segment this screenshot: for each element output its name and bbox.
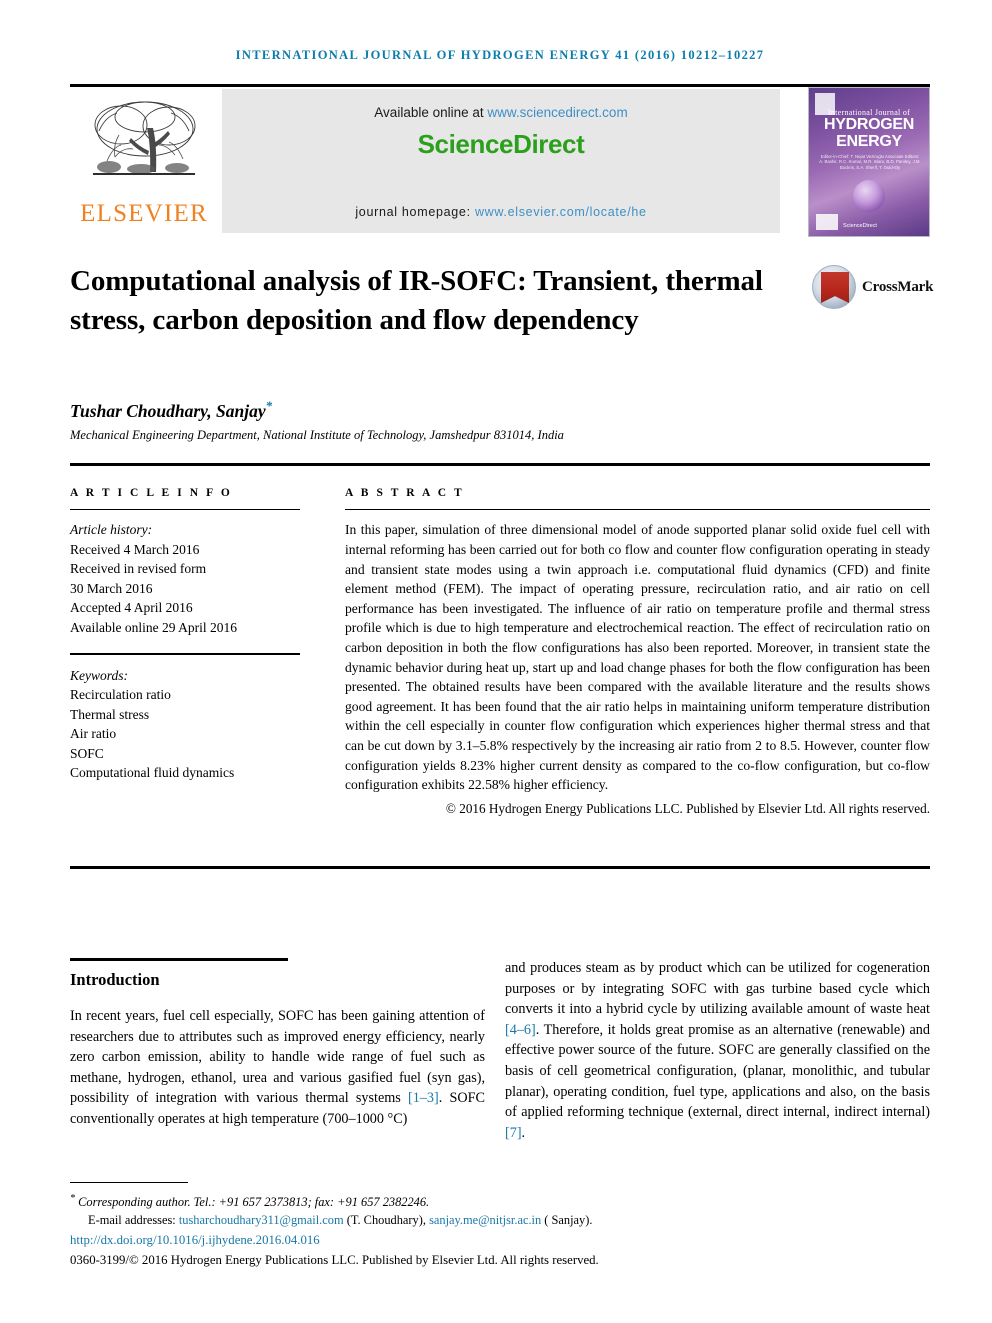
- abstract-text: In this paper, simulation of three dimen…: [345, 522, 930, 793]
- introduction-paragraph-right: and produces steam as by product which c…: [505, 958, 930, 1143]
- keywords-block: Keywords: Recirculation ratio Thermal st…: [70, 666, 310, 783]
- history-item: Available online 29 April 2016: [70, 619, 237, 635]
- available-online-prefix: Available online at: [374, 105, 488, 120]
- keyword-item: Recirculation ratio: [70, 687, 171, 703]
- footnote-rule: [70, 1182, 188, 1184]
- cover-sphere-graphic: [853, 180, 885, 212]
- journal-article-page: International Journal of Hydrogen Energy…: [0, 0, 992, 1323]
- elsevier-logo: ELSEVIER: [70, 87, 218, 235]
- article-info-divider: [70, 509, 300, 511]
- journal-running-head: International Journal of Hydrogen Energy…: [235, 48, 765, 62]
- email-addresses-label: E-mail addresses:: [88, 1212, 179, 1227]
- sciencedirect-logo: ScienceDirect: [417, 129, 585, 159]
- intro-right-text-2: . Therefore, it holds great promise as a…: [505, 1021, 930, 1121]
- citation-link-7[interactable]: [7]: [505, 1125, 522, 1141]
- email-link-1[interactable]: tusharchoudhary311@gmail.com: [179, 1213, 344, 1227]
- cover-sciencedirect-label: ScienceDirect: [843, 223, 877, 229]
- email-owner-1: (T. Choudhary),: [343, 1212, 430, 1227]
- citation-link-1-3[interactable]: [1–3]: [408, 1090, 439, 1106]
- page-footer: * Corresponding author. Tel.: +91 657 23…: [70, 1182, 930, 1269]
- elsevier-tree-icon: [93, 101, 196, 175]
- introduction-heading: Introduction: [70, 970, 160, 989]
- doi-link[interactable]: http://dx.doi.org/10.1016/j.ijhydene.201…: [70, 1231, 930, 1249]
- email-link-2[interactable]: sanjay.me@nitjsr.ac.in: [429, 1213, 541, 1227]
- keyword-item: SOFC: [70, 745, 104, 761]
- corresponding-author-marker: *: [265, 398, 273, 413]
- journal-homepage-link[interactable]: www.elsevier.com/locate/he: [475, 205, 647, 219]
- article-history-block: Article history: Received 4 March 2016 R…: [70, 520, 310, 637]
- keywords-heading: Keywords:: [70, 667, 128, 683]
- issn-copyright-line: 0360-3199/© 2016 Hydrogen Energy Publica…: [70, 1253, 599, 1268]
- sciencedirect-url-link[interactable]: www.sciencedirect.com: [487, 105, 627, 120]
- introduction-left-column: Introduction In recent years, fuel cell …: [70, 958, 485, 1130]
- abstract-bottom-rule: [70, 866, 930, 869]
- email-addresses-line: E-mail addresses: tusharchoudhary311@gma…: [70, 1212, 930, 1230]
- affiliation: Mechanical Engineering Department, Natio…: [70, 428, 564, 442]
- introduction-heading-rule: [70, 958, 288, 961]
- author-names: Tushar Choudhary, Sanjay: [70, 400, 266, 421]
- journal-cover-thumbnail[interactable]: International Journal of HYDROGEN ENERGY…: [808, 87, 930, 237]
- keyword-item: Air ratio: [70, 726, 117, 742]
- journal-homepage-line: journal homepage: www.elsevier.com/locat…: [222, 205, 780, 219]
- footnote-star-marker: *: [70, 1193, 75, 1205]
- abstract-column: A B S T R A C T In this paper, simulatio…: [345, 487, 930, 818]
- cover-title-line3: ENERGY: [836, 133, 902, 150]
- article-info-column: A R T I C L E I N F O Article history: R…: [70, 487, 310, 783]
- crossmark-label: CrossMark: [862, 279, 934, 295]
- keyword-item: Thermal stress: [70, 706, 150, 722]
- keywords-divider: [70, 653, 300, 655]
- introduction-paragraph-left: In recent years, fuel cell especially, S…: [70, 1006, 485, 1130]
- elsevier-wordmark: ELSEVIER: [80, 200, 208, 227]
- history-item: Received in revised form: [70, 561, 207, 577]
- corresponding-author-text: Corresponding author. Tel.: +91 657 2373…: [78, 1195, 430, 1210]
- history-item: Received 4 March 2016: [70, 541, 200, 557]
- email-owner-2: ( Sanjay).: [541, 1212, 593, 1227]
- crossmark-badge[interactable]: CrossMark: [812, 265, 934, 311]
- sciencedirect-banner: Available online at www.sciencedirect.co…: [222, 89, 780, 233]
- article-info-label: A R T I C L E I N F O: [70, 487, 233, 499]
- author-list: Tushar Choudhary, Sanjay*: [70, 398, 770, 422]
- intro-right-text-1: and produces steam as by product which c…: [505, 960, 930, 1018]
- available-online-line: Available online at www.sciencedirect.co…: [222, 105, 780, 120]
- citation-link-4-6[interactable]: [4–6]: [505, 1022, 536, 1038]
- abstract-divider: [345, 509, 930, 511]
- crossmark-book-icon: [821, 272, 849, 303]
- cover-editors-text: Editor-in-Chief: T. Nejat Veziroglu Asso…: [819, 154, 921, 170]
- page-title: Computational analysis of IR-SOFC: Trans…: [70, 265, 763, 336]
- intro-right-text-3: .: [521, 1124, 526, 1141]
- abstract-label: A B S T R A C T: [345, 487, 465, 499]
- history-item: 30 March 2016: [70, 580, 153, 596]
- crossmark-circle-icon: [812, 265, 856, 309]
- cover-publisher-mark-icon: [816, 214, 838, 230]
- introduction-right-column: and produces steam as by product which c…: [505, 958, 930, 1143]
- abstract-top-rule: [70, 463, 930, 466]
- corresponding-author-note: * Corresponding author. Tel.: +91 657 23…: [70, 1190, 930, 1212]
- abstract-copyright: © 2016 Hydrogen Energy Publications LLC.…: [445, 800, 930, 816]
- article-history-heading: Article history:: [70, 522, 153, 538]
- journal-homepage-prefix: journal homepage:: [355, 205, 475, 219]
- keyword-item: Computational fluid dynamics: [70, 765, 235, 781]
- cover-title-line2: HYDROGEN: [823, 116, 915, 133]
- masthead: ELSEVIER Available online at www.science…: [70, 87, 930, 237]
- journal-cover-art: International Journal of HYDROGEN ENERGY…: [809, 88, 929, 236]
- history-item: Accepted 4 April 2016: [70, 600, 193, 616]
